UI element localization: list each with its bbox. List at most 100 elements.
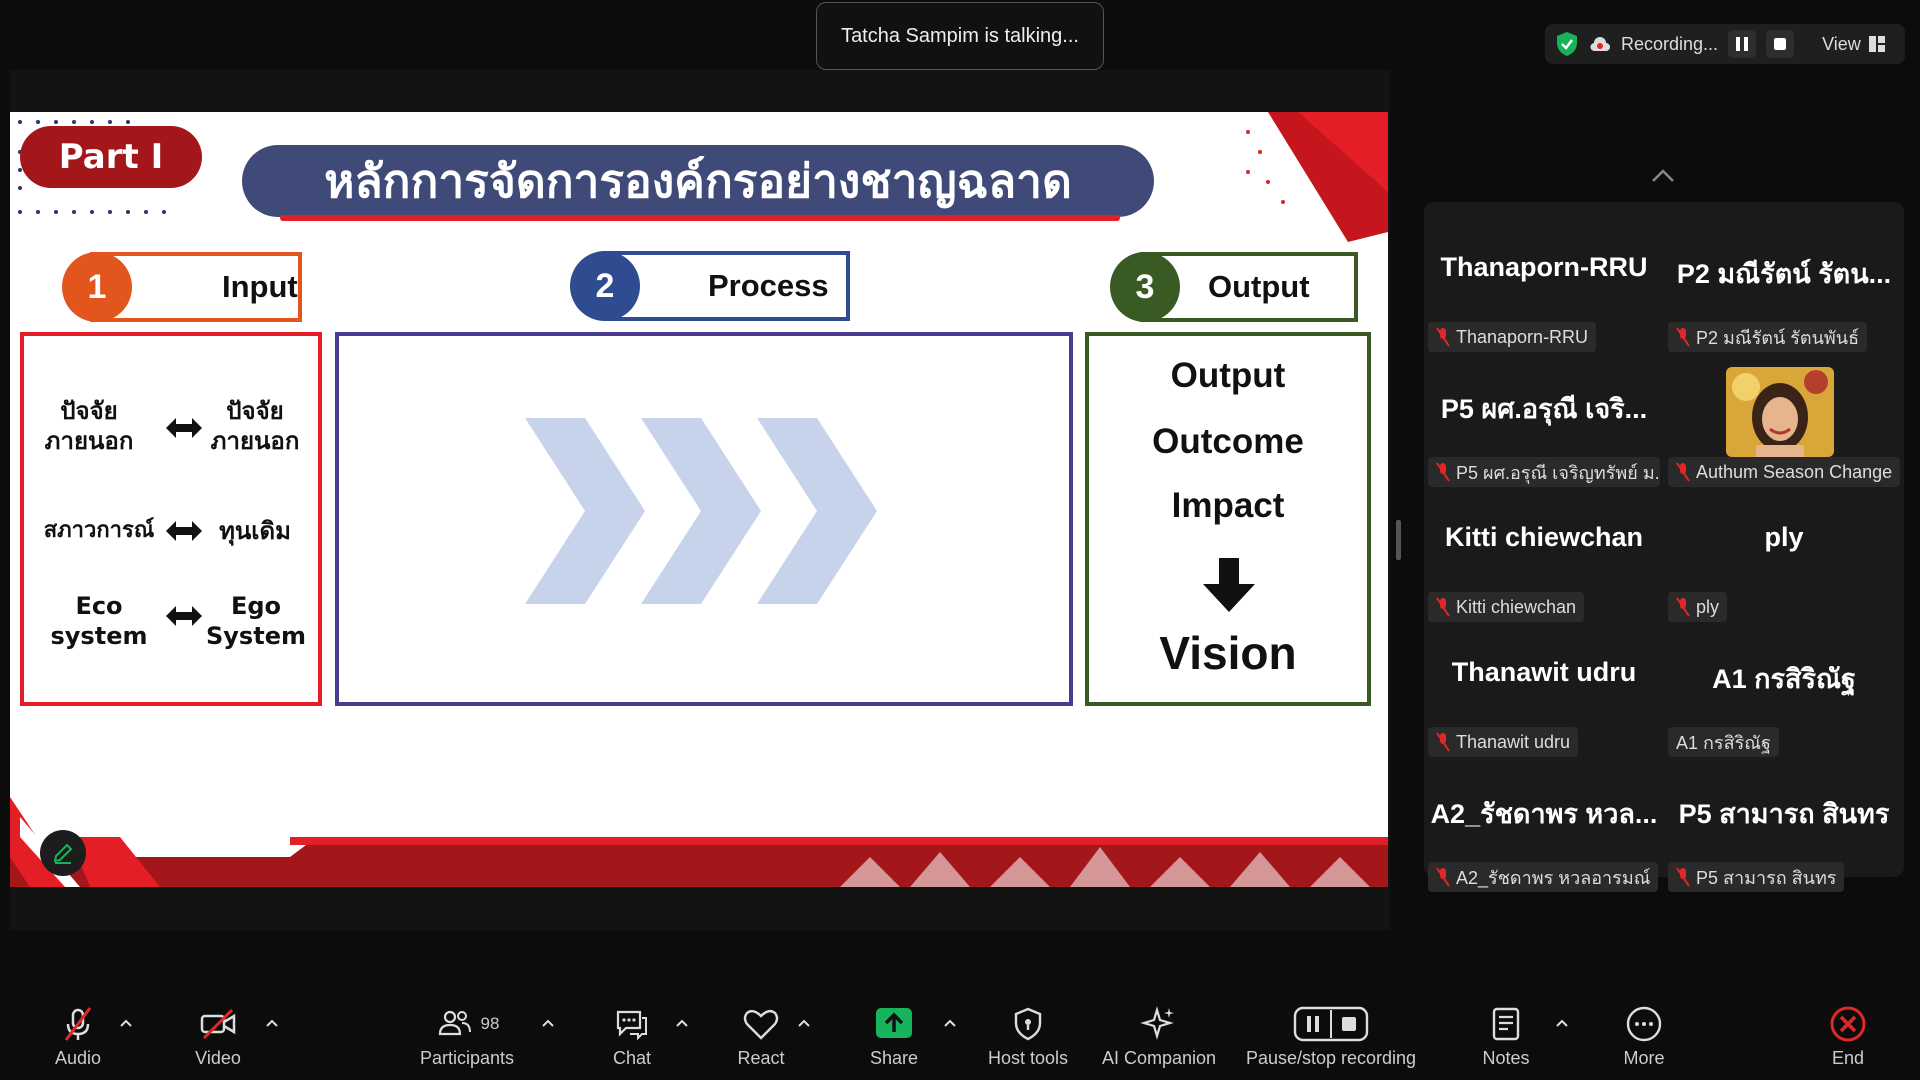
participant-label: Thanawit udru: [1428, 727, 1579, 757]
notes-label: Notes: [1482, 1048, 1530, 1068]
chevron-arrows-graphic: [525, 418, 877, 604]
grid-view-icon: [1868, 36, 1885, 52]
ai-companion-button[interactable]: AI Companion: [1098, 993, 1220, 1080]
participant-tile[interactable]: Kitti chiewchan Kitti chiewchan: [1424, 502, 1664, 637]
participant-gallery: Thanaporn-RRU Thanaporn-RRU P2 มณีรัตน์ …: [1424, 202, 1904, 892]
mic-muted-icon: [64, 1007, 92, 1041]
video-label: Video: [195, 1048, 241, 1068]
chat-label: Chat: [612, 1048, 652, 1068]
recording-bar: Recording... View: [1545, 24, 1905, 64]
react-button[interactable]: React: [728, 993, 794, 1080]
end-button[interactable]: End: [1820, 993, 1876, 1080]
participant-name: A1 กรสิริณัฐ: [1712, 664, 1856, 694]
share-screen-icon: [876, 1008, 912, 1038]
input-number-badge: 1: [62, 252, 132, 322]
view-label: View: [1822, 33, 1861, 54]
more-icon: [1626, 1006, 1662, 1042]
host-tools-label: Host tools: [987, 1048, 1069, 1068]
input-row3-right: Ego System: [206, 592, 306, 650]
view-button[interactable]: View: [1822, 34, 1885, 55]
notes-button[interactable]: Notes: [1476, 993, 1536, 1080]
input-row3-left: Eco system: [50, 592, 148, 650]
host-tools-button[interactable]: Host tools: [982, 993, 1074, 1080]
input-row2-left: สภาวการณ์: [43, 518, 155, 543]
participant-tile[interactable]: Thanawit udru Thanawit udru: [1424, 637, 1664, 772]
mic-muted-icon: [1436, 462, 1450, 482]
participant-tile[interactable]: Authum Season Change: [1664, 367, 1904, 502]
chat-icon: [616, 1010, 647, 1041]
pause-recording-button[interactable]: [1728, 30, 1757, 58]
share-options-caret[interactable]: [940, 1013, 960, 1033]
participants-options-caret[interactable]: [538, 1013, 558, 1033]
avatar-photo: [1726, 367, 1834, 457]
process-header-label: Process: [708, 268, 829, 303]
more-button[interactable]: More: [1614, 993, 1674, 1080]
heart-icon: [743, 1009, 779, 1040]
active-speaker-indicator: Tatcha Sampim is talking...: [816, 2, 1104, 70]
participants-icon: [438, 1010, 471, 1036]
slide-title: หลักการจัดการองค์กรอย่างชาญฉลาด: [242, 145, 1154, 217]
participant-tile[interactable]: A1 กรสิริณัฐ A1 กรสิริณัฐ: [1664, 637, 1904, 772]
pause-stop-recording-button[interactable]: Pause/stop recording: [1240, 993, 1422, 1080]
panel-resize-handle[interactable]: [1396, 520, 1401, 560]
react-options-caret[interactable]: [794, 1013, 814, 1033]
chevron-up-icon: [1652, 169, 1674, 182]
input-header-label: Input: [222, 269, 298, 304]
audio-options-caret[interactable]: [116, 1013, 136, 1033]
end-label: End: [1831, 1048, 1865, 1068]
chat-options-caret[interactable]: [672, 1013, 692, 1033]
participant-label: A1 กรสิริณัฐ: [1668, 727, 1779, 757]
input-row1-right: ปัจจัย ภายนอก: [210, 397, 300, 455]
participant-tile[interactable]: A2_รัชดาพร หวล... A2_รัชดาพร หวลอารมณ์: [1424, 772, 1664, 907]
output-number-badge: 3: [1110, 252, 1180, 322]
stop-icon: [1774, 38, 1787, 50]
input-row1-left: ปัจจัย ภายนอก: [44, 397, 134, 455]
share-button[interactable]: Share: [862, 993, 926, 1080]
title-underline: [280, 215, 1120, 221]
gallery-scroll-up-button[interactable]: [1608, 150, 1718, 202]
participant-tile[interactable]: Thanaporn-RRU Thanaporn-RRU: [1424, 232, 1664, 367]
mic-muted-icon: [1436, 327, 1450, 347]
cloud-recording-icon: [1590, 37, 1610, 52]
pause-icon: [1736, 37, 1749, 51]
participant-name: Thanaporn-RRU: [1440, 252, 1648, 282]
participants-button[interactable]: 98 Participants: [412, 993, 522, 1080]
mic-muted-icon: [1436, 732, 1450, 752]
mic-muted-icon: [1436, 597, 1450, 617]
mic-muted-icon: [1436, 867, 1450, 887]
audio-button[interactable]: Audio: [40, 993, 116, 1080]
video-button[interactable]: Video: [180, 993, 256, 1080]
participant-label: P5 ผศ.อรุณี เจริญทรัพย์ ม...: [1428, 457, 1660, 487]
participant-tile[interactable]: P5 ผศ.อรุณี เจริ... P5 ผศ.อรุณี เจริญทรั…: [1424, 367, 1664, 502]
ai-companion-label: AI Companion: [1101, 1048, 1217, 1068]
annotate-button[interactable]: [40, 830, 86, 876]
participant-label: ply: [1668, 592, 1728, 622]
pause-stop-recording-label: Pause/stop recording: [1245, 1048, 1417, 1068]
recording-label: Recording...: [1621, 33, 1719, 54]
stop-recording-button[interactable]: [1766, 30, 1795, 58]
audio-label: Audio: [54, 1048, 102, 1068]
participant-tile[interactable]: P2 มณีรัตน์ รัตน... P2 มณีรัตน์ รัตนพันธ…: [1664, 232, 1904, 367]
notes-options-caret[interactable]: [1552, 1013, 1572, 1033]
output-item-output: Output: [1170, 356, 1286, 395]
input-box: ปัจจัย ภายนอก ปัจจัย ภายนอก สภาวการณ์ ทุ…: [20, 332, 322, 706]
participant-label: P2 มณีรัตน์ รัตนพันธ์: [1668, 322, 1868, 352]
chat-button[interactable]: Chat: [602, 993, 662, 1080]
participants-label: Participants: [419, 1048, 515, 1068]
active-speaker-text: Tatcha Sampim is talking...: [841, 24, 1079, 47]
output-item-impact: Impact: [1171, 486, 1285, 525]
shield-icon: [1014, 1007, 1042, 1041]
output-vision: Vision: [1159, 627, 1297, 679]
process-number-badge: 2: [570, 251, 640, 321]
participant-name: Kitti chiewchan: [1444, 522, 1644, 552]
process-header: Process: [604, 251, 850, 321]
presentation-slide: Part I หลักการจัดการองค์กรอย่างชาญฉลาด I…: [10, 112, 1388, 887]
output-header-label: Output: [1208, 269, 1310, 304]
video-options-caret[interactable]: [262, 1013, 282, 1033]
down-arrow-icon: [1203, 558, 1255, 612]
more-label: More: [1623, 1048, 1665, 1068]
participant-tile[interactable]: ply ply: [1664, 502, 1904, 637]
participant-tile[interactable]: P5 สามารถ สินทร P5 สามารถ สินทร: [1664, 772, 1904, 907]
participant-label: P5 สามารถ สินทร: [1668, 862, 1845, 892]
pause-stop-icon: [1293, 1006, 1369, 1042]
